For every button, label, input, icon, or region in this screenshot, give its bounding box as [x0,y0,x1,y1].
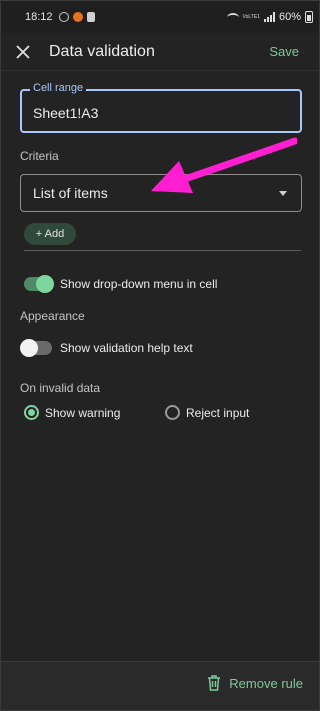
show-dropdown-label: Show drop-down menu in cell [60,277,218,291]
battery-icon [305,11,313,23]
bottom-bar: Remove rule [1,661,319,710]
page-title: Data validation [49,42,155,60]
status-time: 18:12 [25,11,53,23]
remove-rule-button[interactable]: Remove rule [207,675,303,691]
notification-icon [58,12,69,22]
show-warning-label: Show warning [45,405,121,420]
criteria-label: Criteria [20,149,59,163]
close-icon [16,44,30,59]
trash-icon [208,675,221,691]
show-dropdown-row[interactable]: Show drop-down menu in cell [24,275,218,293]
remove-rule-label: Remove rule [229,675,303,691]
reject-input-radio[interactable] [165,405,180,420]
reject-input-radio-row[interactable]: Reject input [165,405,249,420]
criteria-selected-value: List of items [33,185,108,201]
add-item-button[interactable]: + Add [24,223,76,245]
invalid-data-label: On invalid data [20,381,101,395]
show-warning-radio-row[interactable]: Show warning [24,405,120,420]
cell-range-label: Cell range [30,82,87,94]
battery-percent: 60% [278,11,301,23]
save-button[interactable]: Save [269,44,299,59]
appearance-label: Appearance [20,309,85,323]
divider [24,250,301,251]
help-text-toggle[interactable] [20,339,52,357]
cell-range-input[interactable]: Sheet1!A3 [33,105,98,121]
annotation-arrow-icon [151,137,297,193]
help-text-label: Show validation help text [60,341,193,355]
signal-icon [263,12,275,22]
app-bar: Data validation Save [1,33,319,71]
notification-icons [58,12,95,22]
close-button[interactable] [3,33,43,71]
status-bar: 18:12 VoLTE1 60% [1,1,319,33]
message-icon [86,12,95,22]
status-right: VoLTE1 60% [226,11,313,23]
screen: 18:12 VoLTE1 60% Data validation Save Ce… [0,0,320,711]
show-warning-radio[interactable] [24,405,39,420]
reject-input-label: Reject input [186,405,250,420]
lte-label: VoLTE1 [242,13,260,20]
wifi-icon [226,12,239,22]
show-dropdown-toggle[interactable] [24,275,54,293]
cell-range-field[interactable]: Cell range Sheet1!A3 [20,82,302,133]
help-text-row[interactable]: Show validation help text [20,339,193,357]
app-notification-icon [72,12,83,22]
